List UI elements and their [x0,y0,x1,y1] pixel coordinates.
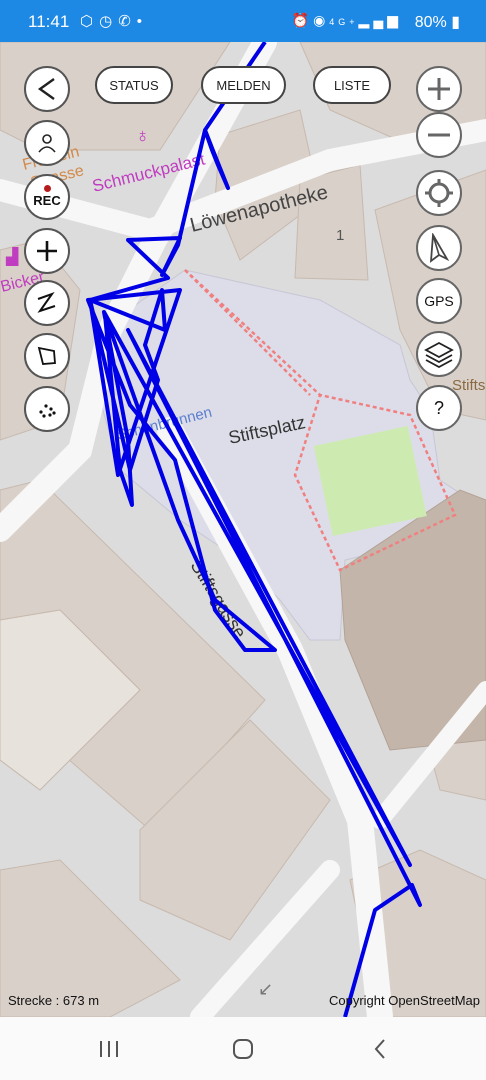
recent-apps-icon [100,1041,118,1057]
zoom-out-icon [428,133,450,137]
compass-button[interactable] [416,225,462,271]
status-button-label: STATUS [109,77,159,93]
crosshair-icon [425,179,453,207]
chevron-left-icon [37,78,55,100]
polyline-icon [37,291,56,313]
zoom-in-icon [428,78,450,100]
notification-icons: ⬡◷✆• [80,12,148,30]
map-canvas[interactable]: Löwenapotheke Schmuckpalast Fräulein Str… [0,42,486,1017]
gps-button[interactable]: GPS [416,278,462,324]
distance-label: Strecke : 673 m [8,993,100,1008]
polygon-icon [37,346,56,365]
recent-apps-button[interactable] [89,1035,129,1063]
back-icon [374,1039,385,1059]
app-screen: 11:41 ⬡◷✆• ⏰◉4G+▂▄▆ 80% ▮ Löwenapotheke … [0,0,486,1080]
record-label: REC [33,192,61,208]
system-icons: ⏰◉4G+▂▄▆ [292,12,402,29]
locate-button[interactable] [416,170,462,216]
liste-button[interactable]: LISTE [313,66,391,104]
copyright-label: Copyright OpenStreetMap [328,993,480,1008]
help-button[interactable]: ? [416,385,462,431]
dot-icon: • [136,13,149,30]
status-button[interactable]: STATUS [95,66,173,104]
record-dot-icon [44,185,51,192]
status-bar: 11:41 ⬡◷✆• ⏰◉4G+▂▄▆ 80% ▮ [0,0,486,42]
zoom-out-button[interactable] [416,112,462,158]
telegram-icon: ◷ [99,13,119,30]
label-stiftsmuseum: Stiftsmuseum [452,377,486,394]
plus-icon [37,241,57,261]
jewelry-icon: ♁ [135,125,150,147]
home-icon [233,1039,253,1059]
zoom-in-button[interactable] [416,66,462,112]
user-button[interactable] [24,120,70,166]
green-square [313,426,427,536]
battery-icon: ▮ [446,14,460,31]
home-button[interactable] [223,1035,263,1063]
melden-button[interactable]: MELDEN [201,66,286,104]
layers-button[interactable] [416,331,462,377]
network-4g-icon: 4G+ [329,17,359,27]
gps-label: GPS [424,293,454,309]
liste-button-label: LISTE [333,77,371,93]
compass-icon [429,233,450,263]
draw-line-button[interactable] [24,280,70,326]
status-time: 11:41 [28,12,70,31]
melden-button-label: MELDEN [216,77,271,93]
dots-icon [39,404,56,418]
alarm-icon: ⏰ [291,12,314,28]
record-button[interactable]: REC [24,174,70,220]
layers-icon [424,341,454,368]
nav-back-button[interactable] [360,1035,400,1063]
help-label: ? [433,397,444,418]
signal-icon: ▂▄▆ [358,12,402,28]
location-icon: ◉ [313,12,330,28]
map-view[interactable]: Löwenapotheke Schmuckpalast Fräulein Str… [0,42,486,1017]
whatsapp-icon: ✆ [118,13,137,30]
battery-text: 80% [414,14,447,31]
arrow-icon: ↙ [258,979,273,999]
battery-indicator: 80% ▮ [415,12,460,32]
back-button[interactable] [24,66,70,112]
shop-icon: ▟ [5,247,19,266]
add-point-button[interactable] [24,228,70,274]
hexagon-icon: ⬡ [80,13,100,30]
draw-polygon-button[interactable] [24,333,70,379]
points-button[interactable] [24,386,70,432]
system-nav-bar [0,1017,486,1080]
person-icon [38,134,56,153]
label-house-number: 1 [336,227,344,244]
